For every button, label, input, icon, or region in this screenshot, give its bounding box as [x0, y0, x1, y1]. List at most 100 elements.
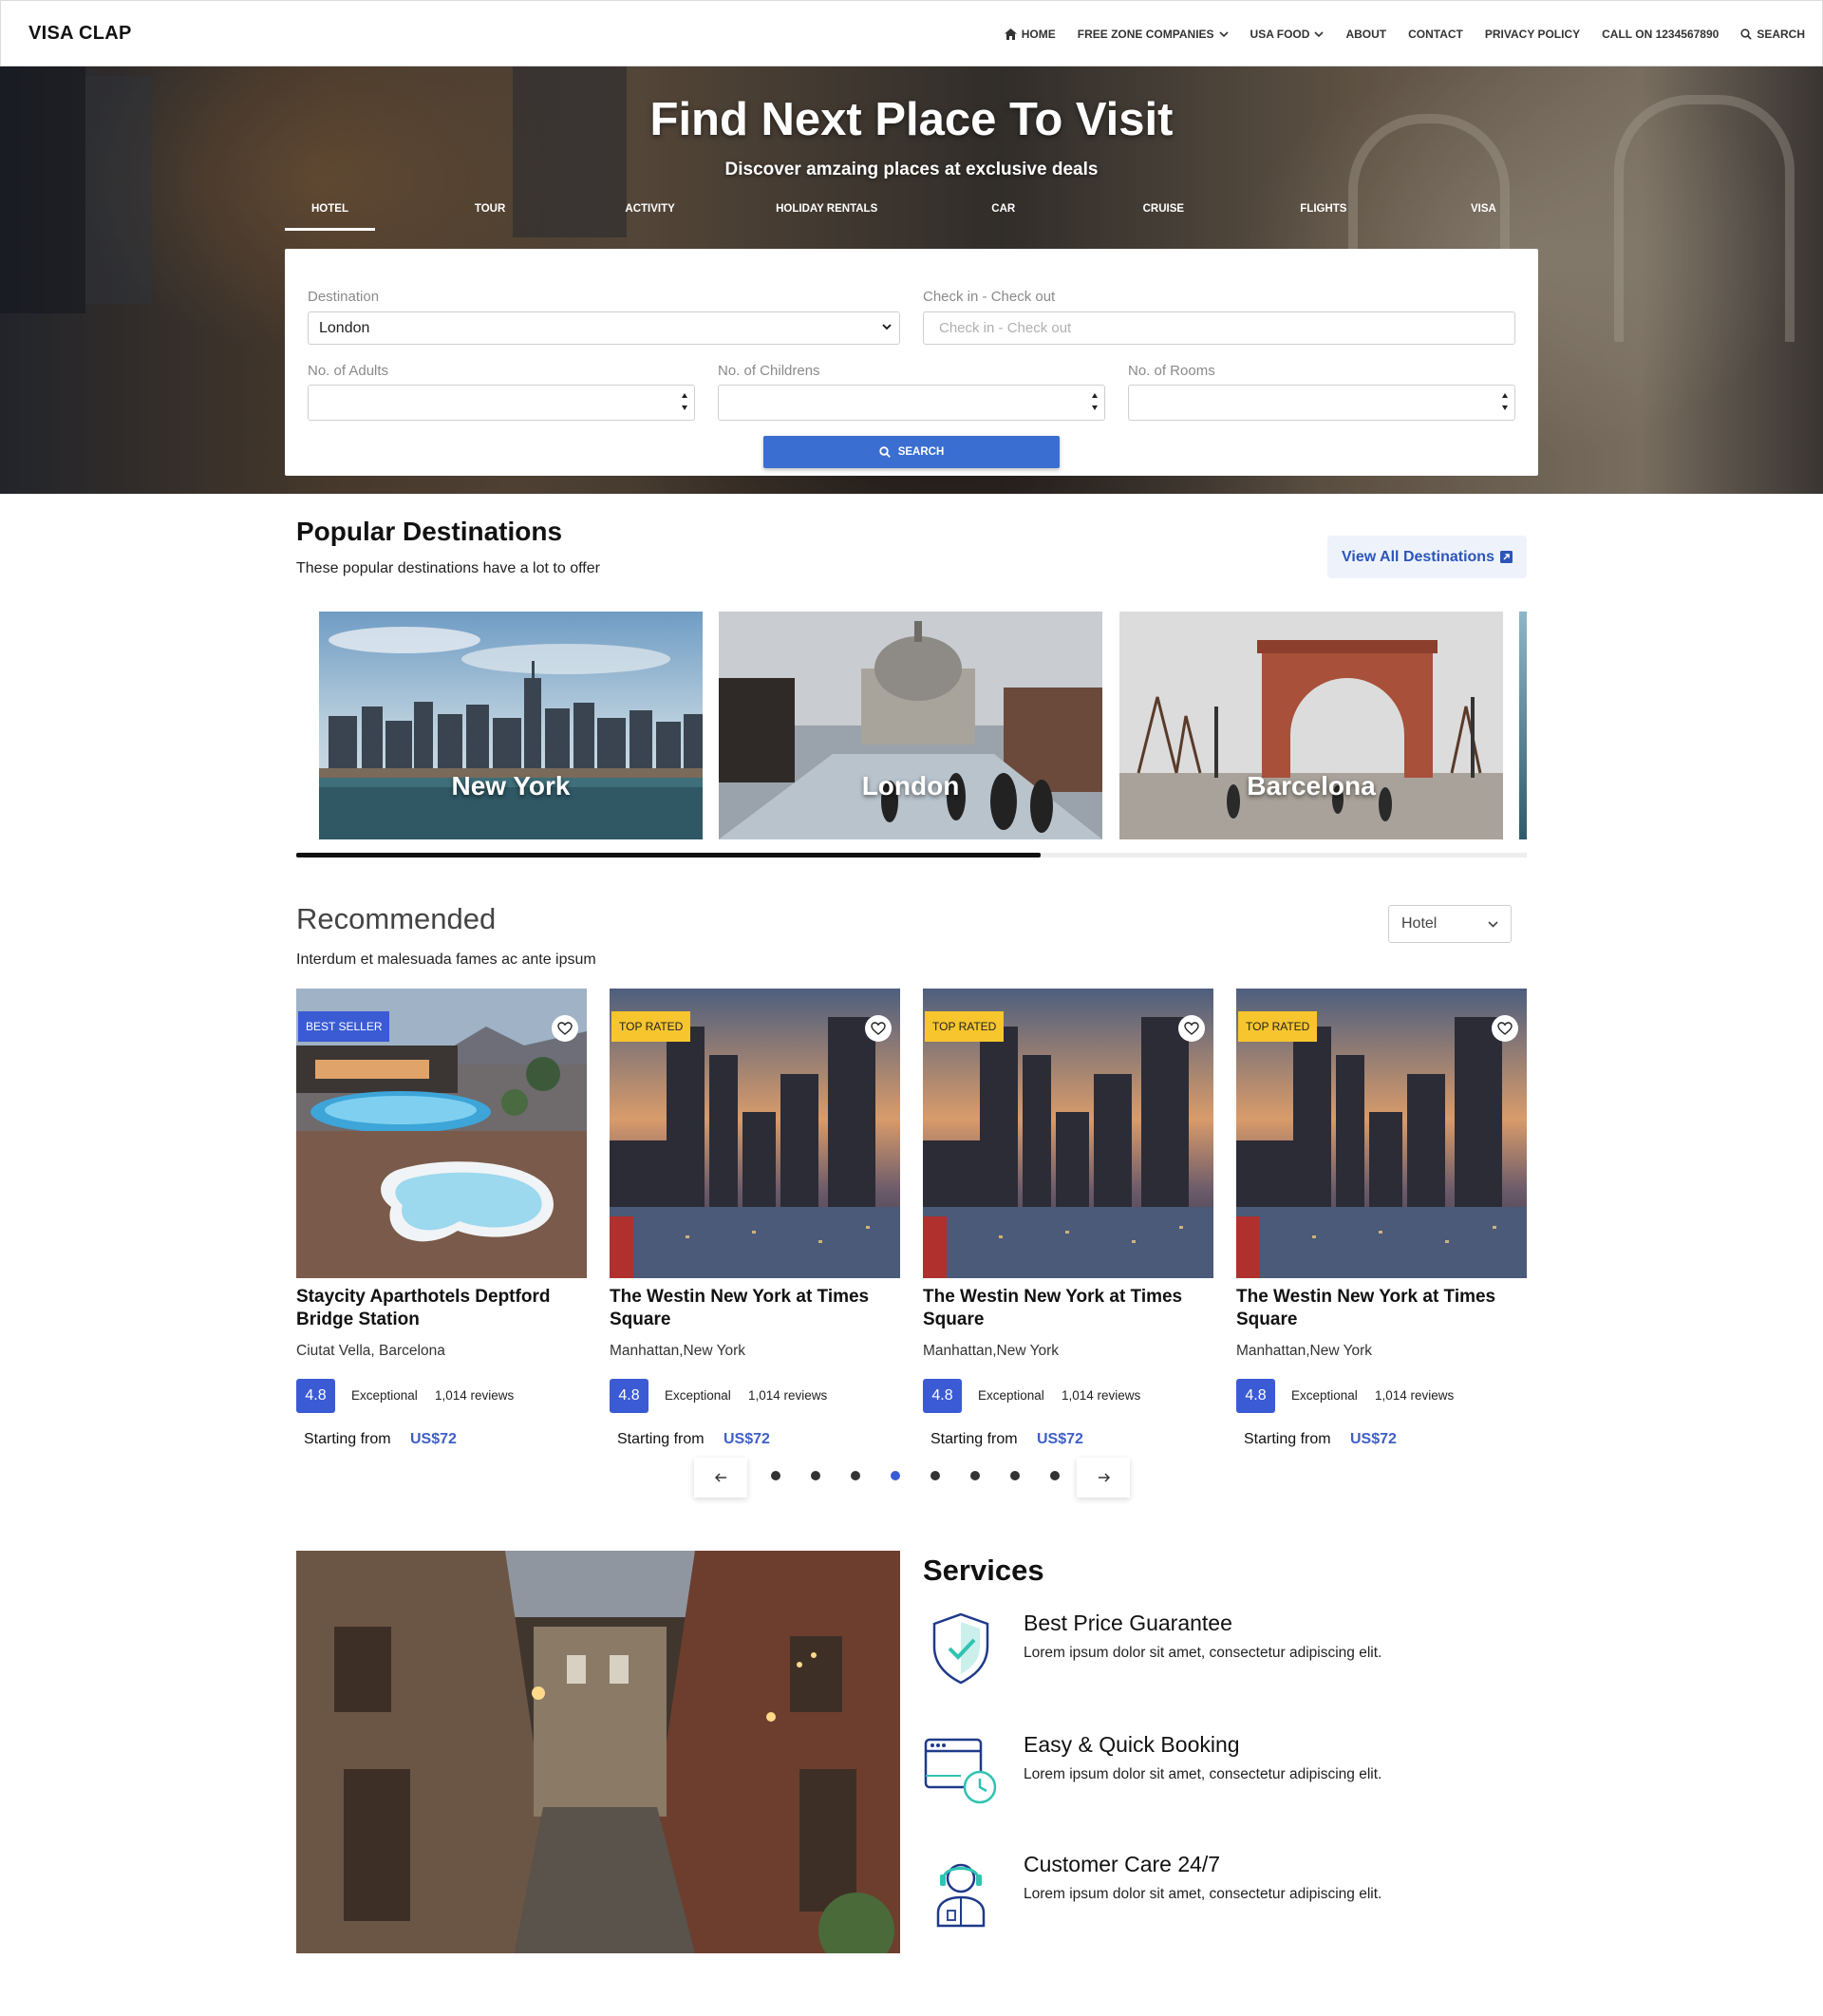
checkin-checkout-field[interactable]: Check in - Check out — [923, 311, 1515, 345]
tab-cruise[interactable]: CRUISE — [1118, 190, 1209, 234]
carousel-prev-button[interactable] — [694, 1458, 747, 1498]
view-all-label: View All Destinations — [1342, 548, 1494, 565]
tab-visa[interactable]: VISA — [1438, 190, 1529, 234]
destination-select[interactable]: London — [308, 311, 900, 345]
rating-text: Exceptional — [351, 1388, 418, 1403]
carousel-dot[interactable] — [771, 1471, 780, 1480]
starting-from-label: Starting from — [304, 1431, 391, 1447]
nav-contact-label: CONTACT — [1408, 28, 1463, 41]
search-button[interactable]: SEARCH — [763, 436, 1060, 468]
children-label: No. of Childrens — [718, 363, 820, 379]
destinations-scroll-thumb[interactable] — [296, 853, 1041, 857]
view-all-destinations-button[interactable]: View All Destinations — [1327, 536, 1527, 578]
hotel-image[interactable]: TOP RATED — [610, 989, 900, 1278]
hotel-image[interactable]: TOP RATED — [1236, 989, 1527, 1278]
heart-icon — [1184, 1022, 1199, 1035]
recommended-type-select[interactable]: Hotel — [1388, 905, 1512, 943]
hotel-image[interactable]: BEST SELLER — [296, 989, 587, 1278]
arrow-left-icon — [714, 1473, 726, 1482]
popular-title: Popular Destinations — [296, 517, 563, 546]
nav-search[interactable]: SEARCH — [1740, 28, 1805, 41]
recommended-card[interactable]: TOP RATED The Westin New York at Times S… — [923, 989, 1213, 1454]
spinner-arrows-icon[interactable] — [1501, 390, 1509, 413]
tab-tour[interactable]: TOUR — [445, 190, 536, 234]
hotel-image[interactable]: TOP RATED — [923, 989, 1213, 1278]
carousel-dot[interactable] — [970, 1471, 980, 1480]
nav-contact[interactable]: CONTACT — [1408, 28, 1463, 41]
tab-flights[interactable]: FLIGHTS — [1278, 190, 1368, 234]
rooms-input[interactable] — [1128, 385, 1515, 421]
carousel-dot[interactable] — [1010, 1471, 1020, 1480]
hotel-location: Manhattan,New York — [923, 1343, 1060, 1359]
favorite-button[interactable] — [1178, 1015, 1205, 1042]
recommended-title: Recommended — [296, 902, 497, 935]
heart-icon — [871, 1022, 886, 1035]
rating-text: Exceptional — [978, 1388, 1044, 1403]
carousel-dot[interactable] — [811, 1471, 820, 1480]
destination-label: New York — [451, 771, 571, 801]
hotel-name[interactable]: The Westin New York at Times Square — [1236, 1286, 1527, 1331]
destination-card-barcelona[interactable]: Barcelona — [1119, 612, 1503, 839]
carousel-next-button[interactable] — [1077, 1458, 1130, 1498]
tab-car[interactable]: CAR — [958, 190, 1048, 234]
hotel-name[interactable]: Staycity Aparthotels Deptford Bridge Sta… — [296, 1286, 587, 1331]
destination-card-peek[interactable] — [1519, 612, 1527, 839]
nav-usa-food[interactable]: USA FOOD — [1250, 28, 1325, 41]
price: US$72 — [410, 1431, 457, 1447]
carousel-dot[interactable] — [930, 1471, 940, 1480]
nav-free-zone[interactable]: FREE ZONE COMPANIES — [1078, 28, 1229, 41]
spinner-arrows-icon[interactable] — [681, 390, 688, 413]
home-icon — [1004, 28, 1017, 40]
carousel-dot[interactable] — [1050, 1471, 1060, 1480]
search-panel: Destination London Check in - Check out … — [285, 249, 1538, 476]
main-nav: HOME FREE ZONE COMPANIES USA FOOD ABOUT … — [1004, 1, 1805, 67]
adults-input[interactable] — [308, 385, 695, 421]
brand-logo[interactable]: VISA CLAP — [28, 23, 132, 45]
destination-card-new-york[interactable]: New York — [319, 612, 703, 839]
chevron-down-icon — [1488, 921, 1498, 928]
nav-search-label: SEARCH — [1757, 28, 1805, 41]
rooms-label: No. of Rooms — [1128, 363, 1215, 379]
nav-home[interactable]: HOME — [1004, 28, 1056, 41]
destination-label: Barcelona — [1247, 771, 1376, 801]
tab-holiday-rentals[interactable]: HOLIDAY RENTALS — [765, 190, 889, 234]
nav-about[interactable]: ABOUT — [1345, 28, 1386, 41]
recommended-card[interactable]: TOP RATED The Westin New York at Times S… — [1236, 989, 1527, 1454]
service-text: Lorem ipsum dolor sit amet, consectetur … — [1024, 1645, 1382, 1661]
children-input[interactable] — [718, 385, 1105, 421]
price: US$72 — [1350, 1431, 1397, 1447]
favorite-button[interactable] — [865, 1015, 892, 1042]
destination-label: Destination — [308, 289, 380, 305]
tab-activity[interactable]: ACTIVITY — [605, 190, 695, 234]
hotel-name[interactable]: The Westin New York at Times Square — [610, 1286, 900, 1331]
nav-call[interactable]: CALL ON 1234567890 — [1602, 28, 1719, 41]
nav-privacy[interactable]: PRIVACY POLICY — [1485, 28, 1580, 41]
review-count: 1,014 reviews — [1062, 1388, 1141, 1403]
destination-card-london[interactable]: London — [719, 612, 1102, 839]
chevron-down-icon — [882, 324, 892, 330]
chevron-down-icon — [1218, 30, 1229, 37]
hero-subtitle: Discover amzaing places at exclusive dea… — [724, 160, 1099, 179]
favorite-button[interactable] — [1492, 1015, 1518, 1042]
booking-tabs: HOTEL TOUR ACTIVITY HOLIDAY RENTALS CAR … — [285, 190, 1538, 234]
favorite-button[interactable] — [552, 1015, 578, 1042]
recommended-card[interactable]: TOP RATED The Westin New York at Times S… — [610, 989, 900, 1454]
rating-score-badge: 4.8 — [296, 1379, 335, 1413]
carousel-dot[interactable] — [891, 1471, 900, 1480]
service-text: Lorem ipsum dolor sit amet, consectetur … — [1024, 1886, 1382, 1902]
recommended-card[interactable]: BEST SELLER Staycity Aparthotels Deptfor… — [296, 989, 587, 1454]
service-heading: Easy & Quick Booking — [1024, 1732, 1240, 1757]
best-seller-badge: BEST SELLER — [298, 1011, 390, 1042]
carousel-dot[interactable] — [851, 1471, 860, 1480]
new-york-skyline-image — [319, 612, 703, 839]
rating-score-badge: 4.8 — [923, 1379, 962, 1413]
starting-from-label: Starting from — [930, 1431, 1018, 1447]
nav-call-label: CALL ON 1234567890 — [1602, 28, 1720, 41]
tab-hotel[interactable]: HOTEL — [285, 190, 375, 234]
hotel-location: Ciutat Vella, Barcelona — [296, 1343, 445, 1359]
hotel-name[interactable]: The Westin New York at Times Square — [923, 1286, 1213, 1331]
nav-about-label: ABOUT — [1345, 28, 1387, 41]
recommended-subtitle: Interdum et malesuada fames ac ante ipsu… — [296, 951, 596, 968]
starting-from-label: Starting from — [1244, 1431, 1331, 1447]
spinner-arrows-icon[interactable] — [1091, 390, 1099, 413]
